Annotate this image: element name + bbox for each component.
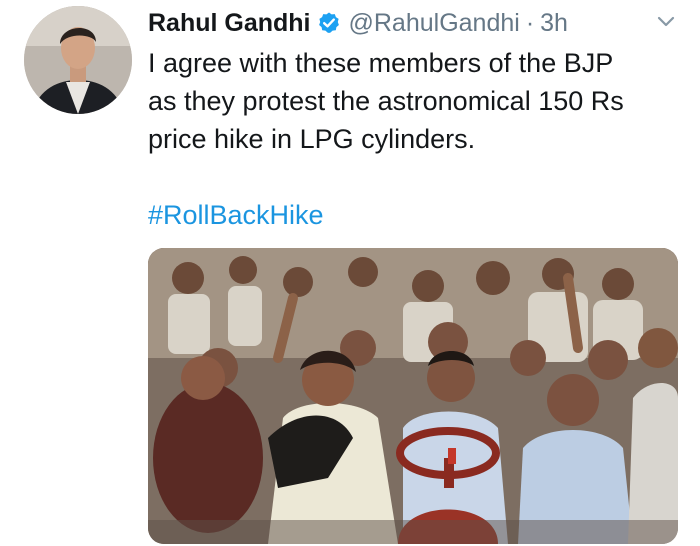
chevron-down-icon[interactable] bbox=[655, 14, 677, 30]
verified-badge-icon bbox=[317, 11, 341, 35]
tweet-text: I agree with these members of the BJP as… bbox=[148, 48, 624, 154]
hashtag-link[interactable]: #RollBackHike bbox=[148, 196, 324, 234]
author-name[interactable]: Rahul Gandhi bbox=[148, 9, 311, 38]
author-handle[interactable]: @RahulGandhi bbox=[349, 9, 520, 38]
tweet-header: Rahul Gandhi @RahulGandhi · 3h bbox=[148, 6, 568, 40]
avatar[interactable] bbox=[24, 6, 132, 114]
meta-separator: · bbox=[525, 8, 535, 37]
tweet: Rahul Gandhi @RahulGandhi · 3h I agree w… bbox=[0, 0, 700, 546]
tweet-timestamp[interactable]: 3h bbox=[540, 9, 568, 38]
tweet-photo[interactable] bbox=[148, 248, 678, 544]
